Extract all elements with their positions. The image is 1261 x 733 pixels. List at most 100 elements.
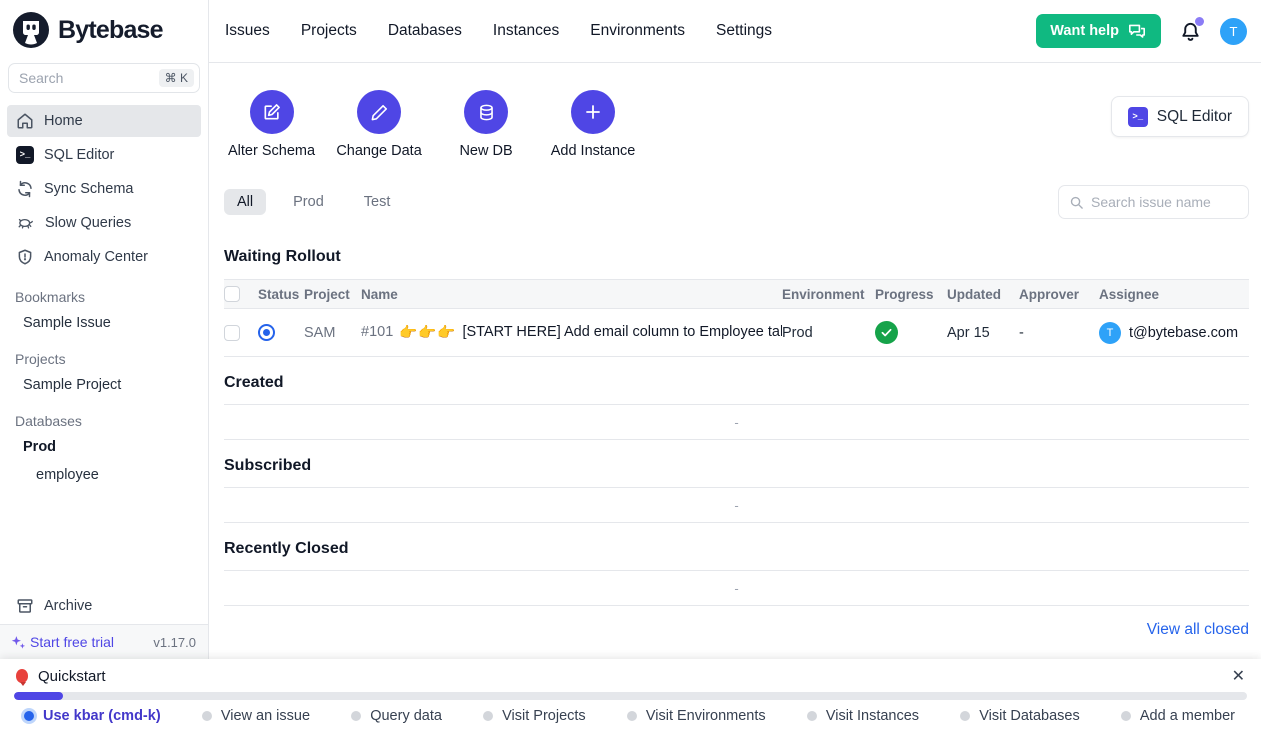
assignee-email: t@bytebase.com (1129, 325, 1238, 341)
nav-issues[interactable]: Issues (225, 22, 270, 40)
sidebar-item-sample-project[interactable]: Sample Project (0, 371, 208, 399)
quick-actions-row: Alter Schema Change Data New DB (224, 90, 1249, 159)
col-environment: Environment (782, 287, 875, 302)
change-data-button[interactable]: Change Data (336, 90, 422, 159)
add-instance-button[interactable]: Add Instance (550, 90, 636, 159)
app-page: Bytebase Search ⌘ K Home >_ SQL Editor S… (0, 0, 1261, 659)
archive-icon (16, 597, 34, 615)
pencil-icon (357, 90, 401, 134)
quick-action-label: Add Instance (551, 143, 636, 159)
view-all-closed-link[interactable]: View all closed (1147, 621, 1249, 638)
topbar-right: Want help T (1036, 14, 1247, 48)
sidebar-item-employee[interactable]: employee (0, 461, 208, 489)
nav-projects[interactable]: Projects (301, 22, 357, 40)
sidebar-item-prod[interactable]: Prod (0, 433, 208, 461)
brand-name: Bytebase (58, 16, 163, 45)
new-db-button[interactable]: New DB (443, 90, 529, 159)
quickstart-progress-fill (14, 692, 63, 700)
quickstart-title: Quickstart (38, 668, 106, 685)
step-use-kbar[interactable]: Use kbar (cmd-k) (24, 708, 161, 724)
main-column: Issues Projects Databases Instances Envi… (209, 0, 1261, 659)
main-content: Alter Schema Change Data New DB (209, 63, 1261, 659)
step-add-a-member[interactable]: Add a member (1121, 708, 1235, 724)
step-visit-instances[interactable]: Visit Instances (807, 708, 919, 724)
start-free-trial-link[interactable]: Start free trial (10, 634, 114, 651)
alter-schema-button[interactable]: Alter Schema (228, 90, 315, 159)
step-label: View an issue (221, 708, 310, 724)
sidebar-item-slow-queries[interactable]: Slow Queries (7, 207, 201, 239)
close-icon[interactable]: ✕ (1232, 669, 1245, 685)
tab-prod[interactable]: Prod (280, 189, 337, 215)
brand-logo[interactable]: Bytebase (0, 0, 208, 59)
sidebar-item-anomaly-center[interactable]: Anomaly Center (7, 241, 201, 273)
empty-state: - (224, 570, 1249, 606)
issue-progress (875, 321, 947, 344)
sidebar-item-sync-schema[interactable]: Sync Schema (7, 173, 201, 205)
issue-search-input[interactable] (1091, 194, 1238, 210)
issue-row[interactable]: SAM #101 👉👉👉 [START HERE] Add email colu… (224, 309, 1249, 357)
sidebar-item-sample-issue[interactable]: Sample Issue (0, 309, 208, 337)
sidebar-item-label: SQL Editor (44, 147, 114, 163)
sidebar-item-label: Archive (44, 598, 92, 614)
issue-title: [START HERE] Add email column to Employe… (462, 324, 782, 341)
step-label: Visit Instances (826, 708, 919, 724)
want-help-button[interactable]: Want help (1036, 14, 1161, 48)
nav-settings[interactable]: Settings (716, 22, 772, 40)
section-recently-closed: Recently Closed - (224, 540, 1249, 606)
step-view-an-issue[interactable]: View an issue (202, 708, 310, 724)
empty-state: - (224, 487, 1249, 523)
turtle-icon (16, 214, 35, 232)
filter-row: All Prod Test (224, 185, 1249, 219)
version-label: v1.17.0 (153, 635, 196, 650)
tab-all[interactable]: All (224, 189, 266, 215)
quickstart-steps: Use kbar (cmd-k) View an issue Query dat… (0, 700, 1261, 724)
chat-bubble-icon (1127, 23, 1147, 39)
database-icon (464, 90, 508, 134)
open-status-icon (258, 324, 275, 341)
issue-name[interactable]: #101 👉👉👉 [START HERE] Add email column t… (361, 324, 782, 341)
user-avatar[interactable]: T (1220, 18, 1247, 45)
step-dot (807, 711, 817, 721)
plus-icon (571, 90, 615, 134)
sync-icon (16, 180, 34, 198)
nav-environments[interactable]: Environments (590, 22, 685, 40)
assignee-avatar: T (1099, 322, 1121, 344)
issue-assignee: T t@bytebase.com (1099, 322, 1249, 344)
sidebar-item-label: Slow Queries (45, 215, 131, 231)
col-status: Status (258, 287, 304, 302)
step-visit-projects[interactable]: Visit Projects (483, 708, 586, 724)
search-icon (1069, 195, 1084, 210)
sidebar-item-archive[interactable]: Archive (7, 590, 201, 622)
step-query-data[interactable]: Query data (351, 708, 442, 724)
step-label: Visit Environments (646, 708, 766, 724)
col-project: Project (304, 287, 361, 302)
col-approver: Approver (1019, 287, 1099, 302)
step-dot (1121, 711, 1131, 721)
balloon-icon (16, 669, 29, 685)
section-created: Created - (224, 374, 1249, 440)
select-all-checkbox[interactable] (224, 286, 240, 302)
sidebar-item-label: Anomaly Center (44, 249, 148, 265)
nav-databases[interactable]: Databases (388, 22, 462, 40)
terminal-icon: >_ (1128, 107, 1148, 127)
sidebar-bottom: Archive Start free trial v1.17.0 (0, 588, 208, 659)
sidebar-item-label: Sync Schema (44, 181, 133, 197)
top-header: Issues Projects Databases Instances Envi… (209, 0, 1261, 63)
step-label: Add a member (1140, 708, 1235, 724)
nav-instances[interactable]: Instances (493, 22, 559, 40)
quick-action-label: New DB (459, 143, 512, 159)
terminal-icon: >_ (16, 146, 34, 164)
sidebar-item-label: Home (44, 113, 83, 129)
step-visit-databases[interactable]: Visit Databases (960, 708, 1079, 724)
sidebar-item-sql-editor[interactable]: >_ SQL Editor (7, 139, 201, 171)
sql-editor-button[interactable]: >_ SQL Editor (1111, 96, 1249, 137)
step-label: Visit Databases (979, 708, 1079, 724)
row-checkbox[interactable] (224, 325, 240, 341)
step-visit-environments[interactable]: Visit Environments (627, 708, 766, 724)
notifications-button[interactable] (1179, 20, 1202, 43)
sidebar-search-input[interactable]: Search ⌘ K (8, 63, 200, 93)
quick-action-label: Change Data (336, 143, 421, 159)
sidebar-item-home[interactable]: Home (7, 105, 201, 137)
step-label: Visit Projects (502, 708, 586, 724)
tab-test[interactable]: Test (351, 189, 404, 215)
